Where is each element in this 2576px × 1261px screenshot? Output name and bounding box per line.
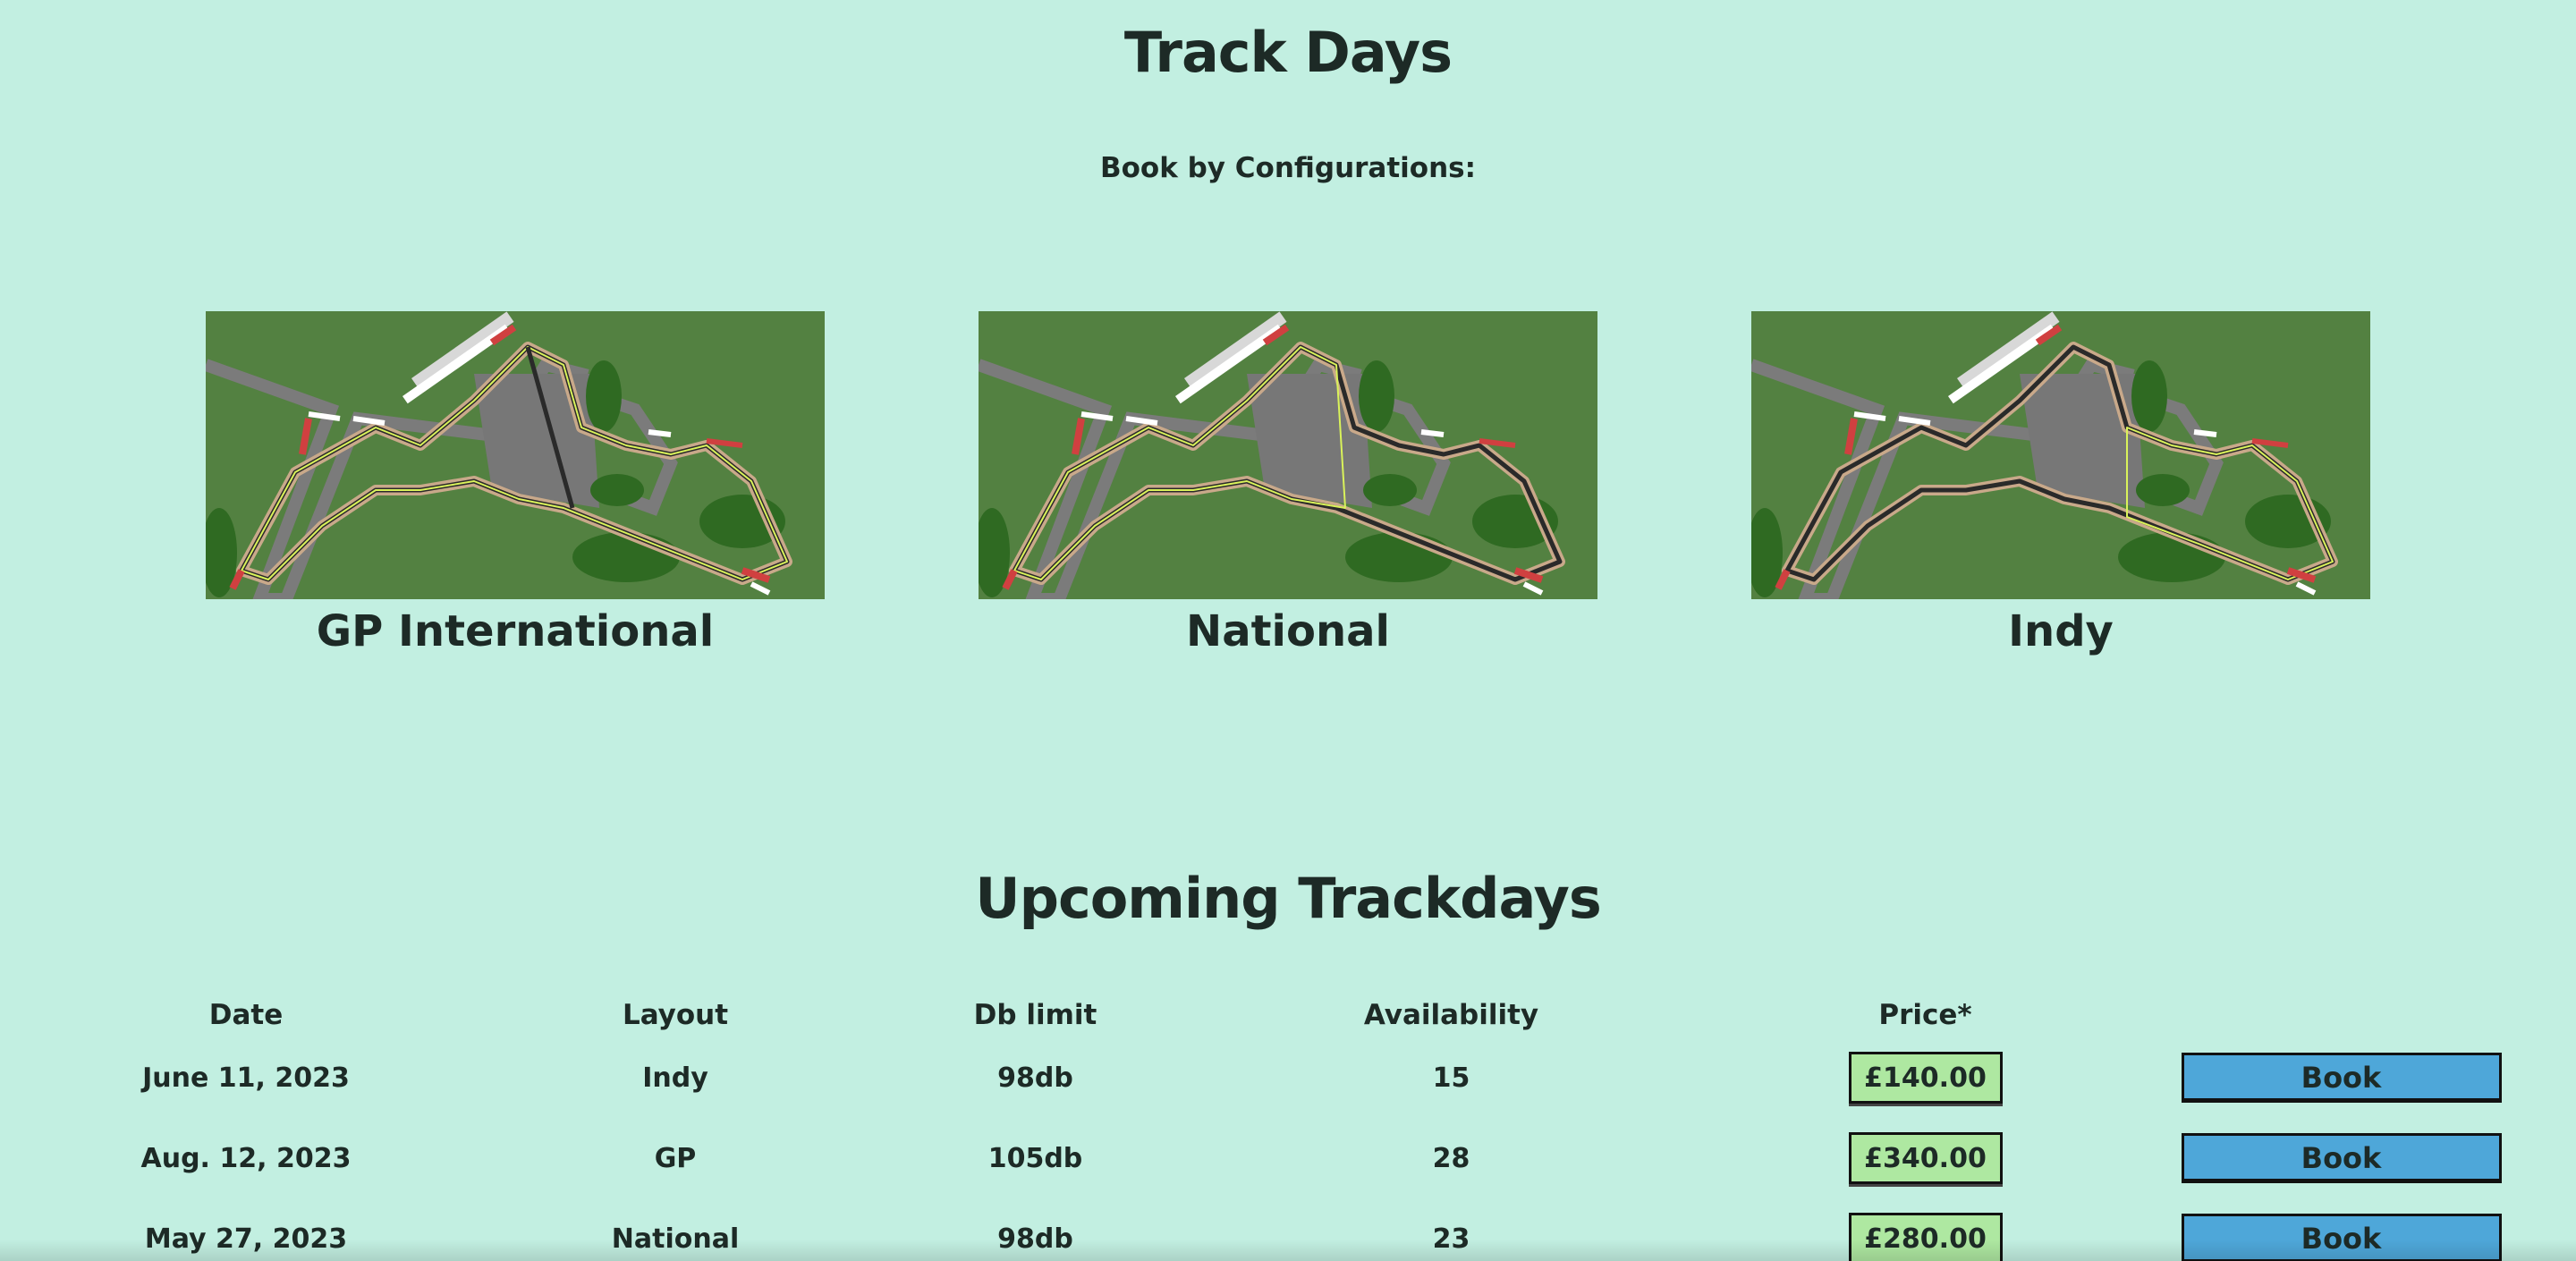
column-header-db-limit: Db limit xyxy=(973,999,1097,1031)
cell-price: £140.00 xyxy=(1744,1037,2106,1118)
configurations-subtitle: Book by Configurations: xyxy=(1099,152,1477,184)
circuit-map-national-icon[interactable] xyxy=(979,311,1597,599)
cell-layout: Indy xyxy=(642,1062,708,1094)
config-name-gp-international: GP International xyxy=(316,606,715,656)
cell-layout: GP xyxy=(654,1142,697,1174)
column-header-availability: Availability xyxy=(1363,999,1539,1031)
config-card-indy[interactable]: Indy xyxy=(1751,311,2370,656)
circuit-map-indy-icon[interactable] xyxy=(1751,311,2370,599)
config-card-national[interactable]: National xyxy=(979,311,1597,656)
page-title: Track Days xyxy=(1123,20,1453,85)
table-row: Aug. 12, 2023 GP 105db 28 £340.00 Book xyxy=(54,1118,2504,1198)
cell-action: Book xyxy=(2106,1118,2504,1198)
page: Track Days Book by Configurations: GP In… xyxy=(0,0,2576,1261)
config-name-national: National xyxy=(1186,606,1390,656)
cell-date: Aug. 12, 2023 xyxy=(140,1142,352,1174)
column-header-action xyxy=(2106,993,2504,1037)
price-badge: £140.00 xyxy=(1848,1052,2003,1104)
book-button[interactable]: Book xyxy=(2181,1053,2502,1103)
book-button[interactable]: Book xyxy=(2181,1133,2502,1183)
cell-availability: 15 xyxy=(1432,1062,1470,1094)
bottom-scroll-shadow xyxy=(0,1240,2576,1261)
config-name-indy: Indy xyxy=(2008,606,2114,656)
column-header-date: Date xyxy=(208,999,284,1031)
table-row: June 11, 2023 Indy 98db 15 £140.00 Book xyxy=(54,1037,2504,1118)
trackdays-table: Date Layout Db limit Availability Price*… xyxy=(54,993,2504,1261)
column-header-layout: Layout xyxy=(622,999,729,1031)
config-card-gp-international[interactable]: GP International xyxy=(206,311,825,656)
table-header-row: Date Layout Db limit Availability Price* xyxy=(54,993,2504,1037)
cell-price: £340.00 xyxy=(1744,1118,2106,1198)
cell-db-limit: 105db xyxy=(987,1142,1083,1174)
cell-availability: 28 xyxy=(1432,1142,1470,1174)
column-header-price: Price* xyxy=(1878,999,1972,1031)
cell-date: June 11, 2023 xyxy=(142,1062,350,1094)
configurations-list: GP International National Indy xyxy=(0,311,2576,669)
circuit-map-gp-international-icon[interactable] xyxy=(206,311,825,599)
cell-action: Book xyxy=(2106,1037,2504,1118)
price-badge: £340.00 xyxy=(1848,1132,2003,1184)
upcoming-trackdays-heading: Upcoming Trackdays xyxy=(975,866,1602,931)
cell-db-limit: 98db xyxy=(997,1062,1073,1094)
